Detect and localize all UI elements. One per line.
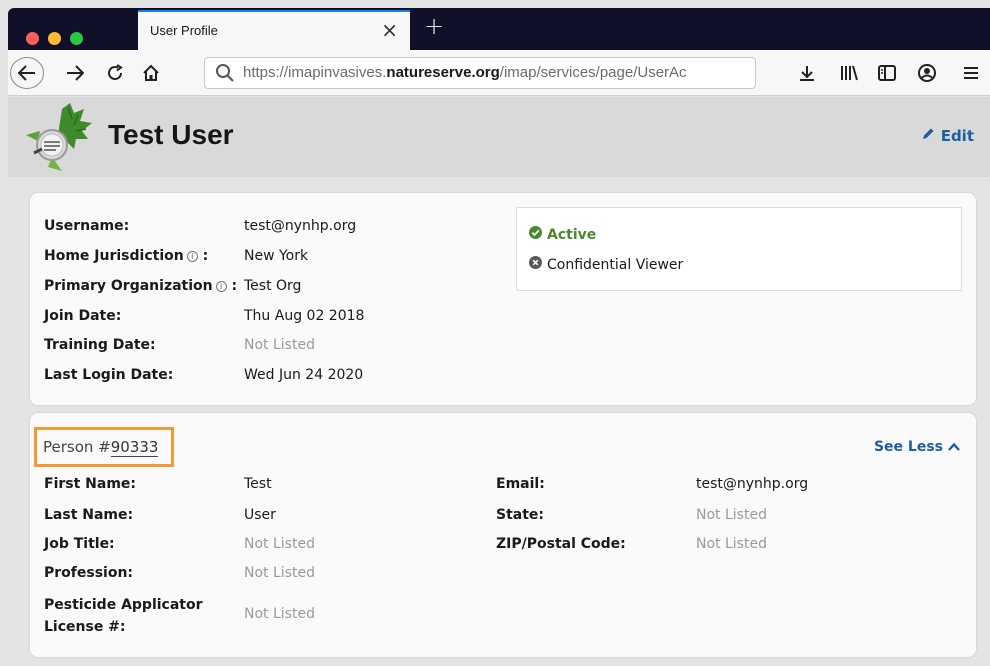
imap-logo-icon xyxy=(18,101,98,177)
status-confidential-viewer: Confidential Viewer xyxy=(529,256,683,273)
username-label: Username: xyxy=(44,218,130,234)
info-icon[interactable]: i xyxy=(215,281,227,292)
search-icon xyxy=(215,63,235,87)
new-tab-button[interactable]: + xyxy=(424,12,444,40)
see-less-label: See Less xyxy=(873,439,943,455)
close-window-button[interactable] xyxy=(26,32,39,45)
forward-arrow-icon[interactable] xyxy=(60,57,90,89)
job-title-value: Not Listed xyxy=(244,536,315,552)
see-less-button[interactable]: See Less xyxy=(874,439,960,455)
maximize-window-button[interactable] xyxy=(70,32,83,45)
state-value: Not Listed xyxy=(696,507,767,523)
training-date-label: Training Date: xyxy=(44,337,156,353)
person-number-link[interactable]: 90333 xyxy=(110,438,159,457)
minimize-window-button[interactable] xyxy=(48,32,61,45)
status-active-label: Active xyxy=(547,226,597,243)
sidebar-icon[interactable] xyxy=(874,57,900,89)
url-text: https://imapinvasives.natureserve.org/im… xyxy=(243,64,687,81)
account-card: Username: Home Jurisdiction i : Primary O… xyxy=(30,193,976,405)
username-value: test@nynhp.org xyxy=(244,218,357,234)
edit-label: Edit xyxy=(940,127,974,145)
pesticide-license-label: Pesticide Applicator License #: xyxy=(44,597,203,635)
person-card: Person #90333 See Less First Name: Last … xyxy=(30,413,976,657)
job-title-label: Job Title: xyxy=(44,536,115,552)
info-icon[interactable]: i xyxy=(186,251,198,262)
library-icon[interactable] xyxy=(836,57,862,89)
chevron-up-icon xyxy=(948,439,960,455)
browser-tab[interactable]: User Profile × xyxy=(138,10,410,50)
pencil-icon xyxy=(921,127,935,145)
profession-value: Not Listed xyxy=(244,565,315,581)
first-name-value: Test xyxy=(244,476,272,492)
download-icon[interactable] xyxy=(794,57,820,89)
account-icon[interactable] xyxy=(914,57,940,89)
join-date-label: Join Date: xyxy=(44,308,122,324)
page-title: Test User xyxy=(108,119,234,150)
state-label: State: xyxy=(496,507,545,523)
home-icon[interactable] xyxy=(136,57,166,89)
last-login-date-value: Wed Jun 24 2020 xyxy=(244,367,364,383)
primary-organization-label: Primary Organization i : xyxy=(44,278,238,294)
last-name-label: Last Name: xyxy=(44,507,134,523)
status-panel: Active Confidential Viewer xyxy=(516,207,962,291)
edit-button[interactable]: Edit xyxy=(921,127,974,145)
hamburger-menu-icon[interactable] xyxy=(958,57,984,89)
status-active: Active xyxy=(529,226,596,243)
tab-title: User Profile xyxy=(150,23,218,38)
last-name-value: User xyxy=(244,507,276,523)
back-arrow-icon[interactable] xyxy=(10,57,44,89)
training-date-value: Not Listed xyxy=(244,337,315,353)
reload-icon[interactable] xyxy=(100,57,130,89)
primary-organization-value: Test Org xyxy=(244,278,302,294)
first-name-label: First Name: xyxy=(44,476,137,492)
last-login-date-label: Last Login Date: xyxy=(44,367,174,383)
home-jurisdiction-value: New York xyxy=(244,248,309,264)
person-heading: Person #90333 xyxy=(34,427,174,467)
join-date-value: Thu Aug 02 2018 xyxy=(244,308,365,324)
zip-postal-code-label: ZIP/Postal Code: xyxy=(496,536,626,552)
zip-postal-code-value: Not Listed xyxy=(696,536,767,552)
page-header: Test User Edit xyxy=(8,97,990,177)
browser-toolbar: https://imapinvasives.natureserve.org/im… xyxy=(8,50,990,96)
url-bar[interactable]: https://imapinvasives.natureserve.org/im… xyxy=(204,57,756,89)
profession-label: Profession: xyxy=(44,565,134,581)
status-role-label: Confidential Viewer xyxy=(547,256,684,273)
x-circle-icon xyxy=(529,256,542,273)
email-value: test@nynhp.org xyxy=(696,476,809,492)
pesticide-license-value: Not Listed xyxy=(244,606,315,622)
tab-close-icon[interactable]: × xyxy=(381,18,398,42)
check-circle-icon xyxy=(529,226,542,243)
email-label: Email: xyxy=(496,476,545,492)
home-jurisdiction-label: Home Jurisdiction i : xyxy=(44,248,209,264)
main-content: Username: Home Jurisdiction i : Primary O… xyxy=(8,177,990,666)
